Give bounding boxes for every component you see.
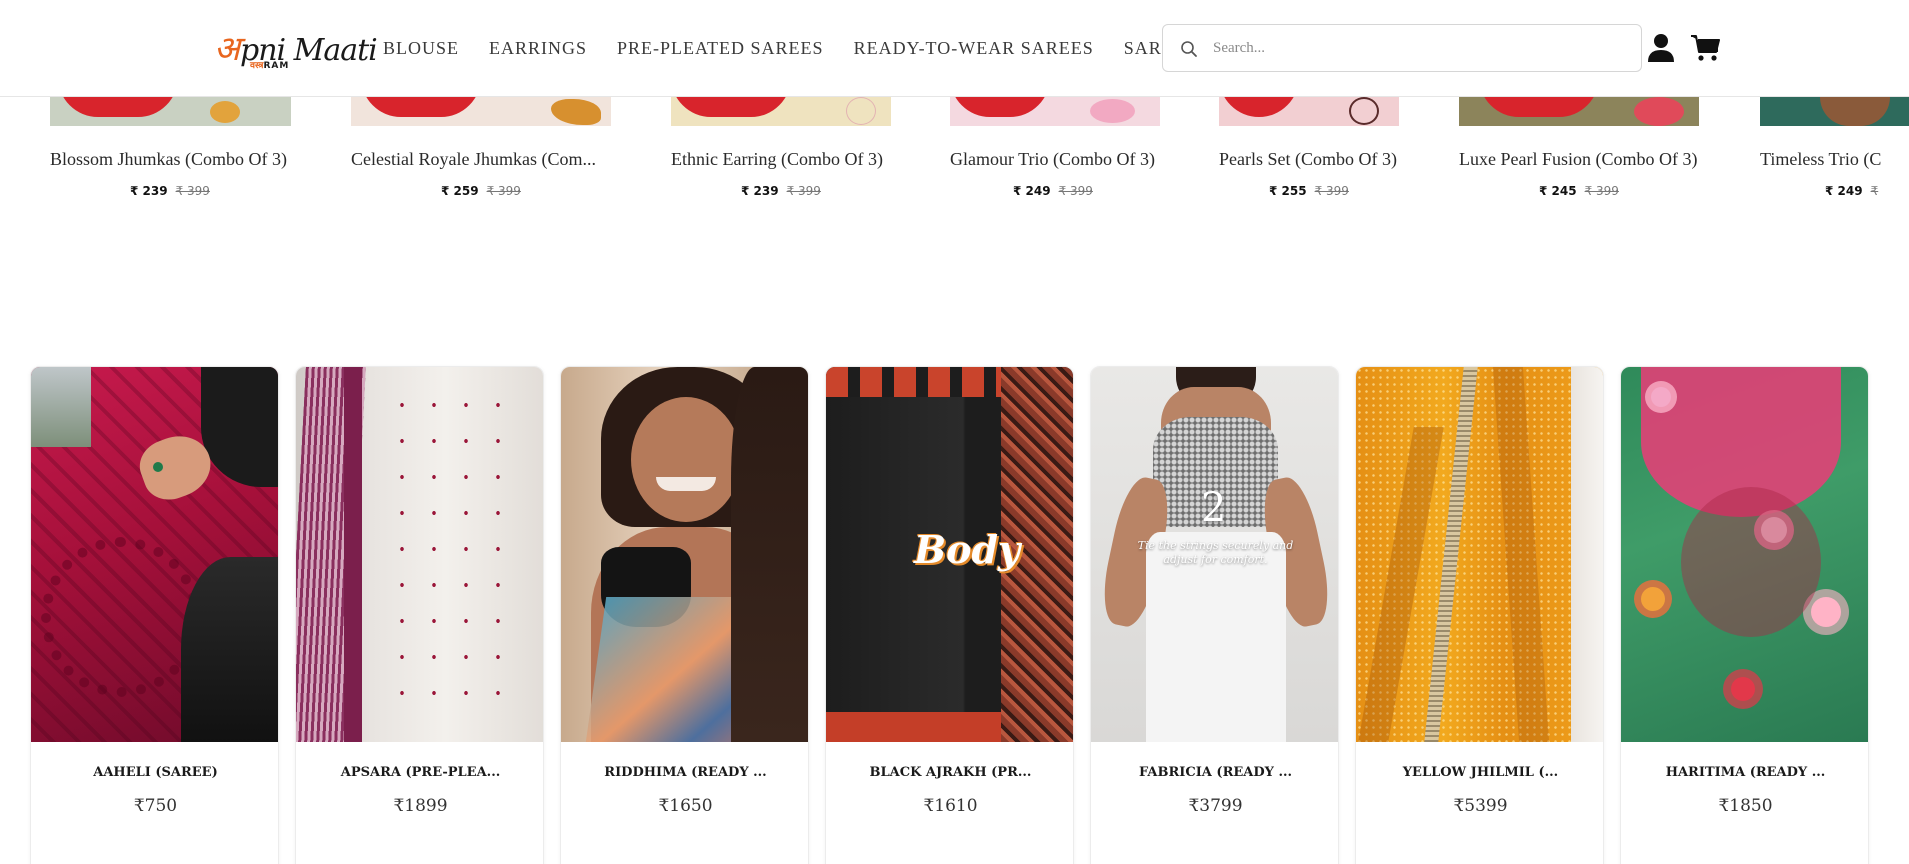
product-price: ₹1610	[923, 796, 978, 816]
price-original: ₹	[1870, 184, 1879, 198]
step-caption-line-1: Tie the strings securely and	[1137, 539, 1294, 552]
price-current: ₹ 239	[741, 184, 779, 198]
earring-price: ₹ 249 ₹ 399	[1013, 184, 1093, 198]
user-icon[interactable]	[1647, 33, 1675, 63]
earring-price: ₹ 239 ₹ 399	[130, 184, 210, 198]
product-grid: AAHELI (SAREE) ₹750 APSARA (PRE-PLEA... …	[30, 366, 1880, 864]
earring-title[interactable]: Blossom Jhumkas (Combo Of 3)	[50, 149, 300, 170]
price-current: ₹ 249	[1013, 184, 1051, 198]
product-price: ₹3799	[1188, 796, 1243, 816]
product-card[interactable]: Body BLACK AJRAKH (PR... ₹1610	[825, 366, 1074, 864]
product-price: ₹1899	[393, 796, 448, 816]
earring-title[interactable]: Glamour Trio (Combo Of 3)	[950, 149, 1180, 170]
product-title[interactable]: HARITIMA (READY ...	[1631, 765, 1860, 780]
product-image[interactable]	[561, 367, 808, 742]
earring-title[interactable]: Luxe Pearl Fusion (Combo Of 3)	[1459, 149, 1719, 170]
logo-sub-latin: RAM	[263, 61, 290, 71]
logo-initial: अ	[214, 29, 240, 69]
cart-icon[interactable]	[1690, 33, 1720, 63]
product-title[interactable]: YELLOW JHILMIL (...	[1366, 765, 1595, 780]
product-title[interactable]: APSARA (PRE-PLEA...	[306, 765, 535, 780]
price-current: ₹ 255	[1269, 184, 1307, 198]
price-original: ₹ 399	[486, 184, 521, 198]
nav-pre-pleated-sarees[interactable]: PRE-PLEATED SAREES	[617, 36, 824, 60]
earring-image[interactable]	[950, 97, 1160, 126]
product-title[interactable]: RIDDHIMA (READY ...	[571, 765, 800, 780]
price-current: ₹ 259	[441, 184, 479, 198]
earring-title[interactable]: Ethnic Earring (Combo Of 3)	[671, 149, 911, 170]
product-image[interactable]: Body	[826, 367, 1073, 742]
price-original: ₹ 399	[175, 184, 210, 198]
product-price: ₹1850	[1718, 796, 1773, 816]
product-price: ₹750	[133, 796, 178, 816]
main-nav: BLOUSE EARRINGS PRE-PLEATED SAREES READY…	[383, 36, 1227, 60]
product-image[interactable]	[296, 367, 543, 742]
nav-ready-to-wear-sarees[interactable]: READY-TO-WEAR SAREES	[854, 36, 1094, 60]
logo-subtitle: वस्त्रRAM	[250, 58, 289, 71]
earring-image[interactable]	[351, 97, 611, 126]
price-original: ₹ 399	[786, 184, 821, 198]
price-original: ₹ 399	[1314, 184, 1349, 198]
product-image[interactable]	[1356, 367, 1603, 742]
earring-price: ₹ 245 ₹ 399	[1539, 184, 1619, 198]
earring-price: ₹ 255 ₹ 399	[1269, 184, 1349, 198]
step-number: 2	[1201, 485, 1227, 531]
product-card[interactable]: YELLOW JHILMIL (... ₹5399	[1355, 366, 1604, 864]
price-current: ₹ 245	[1539, 184, 1577, 198]
earring-image[interactable]	[1219, 97, 1399, 126]
price-original: ₹ 399	[1584, 184, 1619, 198]
earring-image[interactable]	[1459, 97, 1699, 126]
product-price: ₹5399	[1453, 796, 1508, 816]
nav-blouse[interactable]: BLOUSE	[383, 36, 459, 60]
earring-price: ₹ 249 ₹	[1825, 184, 1878, 198]
search-box[interactable]	[1162, 24, 1642, 72]
price-current: ₹ 239	[130, 184, 168, 198]
product-title[interactable]: FABRICIA (READY ...	[1101, 765, 1330, 780]
product-price: ₹1650	[658, 796, 713, 816]
product-card[interactable]: HARITIMA (READY ... ₹1850	[1620, 366, 1869, 864]
step-caption-line-2: adjust for comfort.	[1163, 553, 1268, 566]
logo-sub-devanagari: वस्त्र	[250, 61, 264, 71]
earring-image[interactable]	[50, 97, 291, 126]
product-card[interactable]: AAHELI (SAREE) ₹750	[30, 366, 279, 864]
site-header: अpni Maati वस्त्रRAM BLOUSE EARRINGS PRE…	[0, 0, 1909, 97]
product-image[interactable]	[31, 367, 278, 742]
search-input[interactable]	[1213, 35, 1623, 61]
brand-logo[interactable]: अpni Maati वस्त्रRAM	[214, 22, 378, 72]
earring-image[interactable]	[1760, 97, 1909, 126]
product-card[interactable]: RIDDHIMA (READY ... ₹1650	[560, 366, 809, 864]
earrings-carousel: Blossom Jhumkas (Combo Of 3) ₹ 239 ₹ 399 …	[0, 97, 1909, 227]
product-title[interactable]: AAHELI (SAREE)	[41, 765, 270, 780]
earring-price: ₹ 259 ₹ 399	[441, 184, 521, 198]
earring-image[interactable]	[671, 97, 891, 126]
product-image[interactable]: 2 Tie the strings securely and adjust fo…	[1091, 367, 1338, 742]
earring-title[interactable]: Timeless Trio (C	[1760, 149, 1909, 170]
product-image[interactable]	[1621, 367, 1868, 742]
earring-title[interactable]: Celestial Royale Jhumkas (Com...	[351, 149, 615, 170]
price-current: ₹ 249	[1825, 184, 1863, 198]
product-card[interactable]: APSARA (PRE-PLEA... ₹1899	[295, 366, 544, 864]
product-card[interactable]: 2 Tie the strings securely and adjust fo…	[1090, 366, 1339, 864]
logo-wordmark: अpni Maati	[214, 24, 378, 70]
price-original: ₹ 399	[1058, 184, 1093, 198]
earring-price: ₹ 239 ₹ 399	[741, 184, 821, 198]
video-overlay-text: Body	[914, 527, 1021, 572]
product-title[interactable]: BLACK AJRAKH (PR...	[836, 765, 1065, 780]
search-icon[interactable]	[1179, 39, 1199, 59]
nav-earrings[interactable]: EARRINGS	[489, 36, 587, 60]
earring-title[interactable]: Pearls Set (Combo Of 3)	[1219, 149, 1419, 170]
